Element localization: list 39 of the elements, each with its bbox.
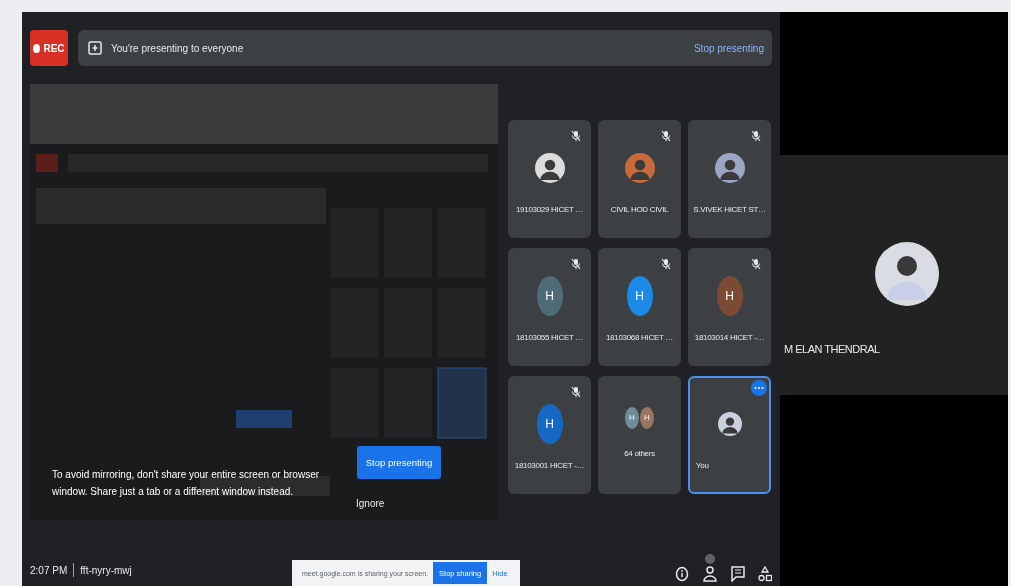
- stop-presenting-button[interactable]: Stop presenting: [357, 446, 441, 479]
- participant-tile[interactable]: H 18103001 HICET -…: [508, 376, 591, 494]
- stop-presenting-link[interactable]: Stop presenting: [693, 42, 764, 54]
- participant-tile[interactable]: 19103029 HICET …: [508, 120, 591, 238]
- letter-avatar: H: [625, 406, 639, 429]
- participant-tile[interactable]: S.VIVEK HICET ST…: [688, 120, 771, 238]
- letter-avatar: H: [640, 406, 654, 429]
- participant-tile[interactable]: H 18103068 HICET …: [598, 248, 681, 366]
- meeting-time: 2:07 PM: [30, 564, 68, 576]
- letter-avatar: H: [536, 403, 563, 444]
- letter-avatar: H: [716, 275, 743, 316]
- participant-tile[interactable]: You: [688, 376, 771, 494]
- participant-name: 19103029 HICET …: [514, 205, 585, 216]
- activities-icon[interactable]: [758, 566, 772, 582]
- participant-name: 18103055 HICET …: [514, 333, 585, 344]
- participant-name: You: [695, 461, 710, 472]
- participant-name: 18103014 HICET -…: [693, 333, 766, 344]
- participant-name: 18103068 HICET …: [604, 333, 675, 344]
- participant-tile[interactable]: CIVIL HOD CIVIL: [598, 120, 681, 238]
- participant-name: 64 others: [623, 449, 656, 460]
- participant-name: CIVIL HOD CIVIL: [609, 205, 670, 216]
- participant-name: 18103001 HICET -…: [513, 461, 586, 472]
- speaker-name: M ELAN THENDRAL: [784, 343, 881, 355]
- chat-icon[interactable]: [731, 566, 745, 582]
- recording-badge: REC: [30, 30, 68, 66]
- info-icon[interactable]: [675, 566, 689, 582]
- participant-tile[interactable]: H 18103014 HICET -…: [688, 248, 771, 366]
- people-icon[interactable]: [702, 554, 718, 582]
- letter-avatar: H: [626, 275, 653, 316]
- participant-tile[interactable]: H H 64 others: [598, 376, 681, 494]
- meeting-code: fft-nyry-mwj: [80, 564, 132, 576]
- present-screen-icon: [88, 41, 102, 55]
- mirroring-warning: To avoid mirroring, don't share your entire screen or browser window. Share just a tab or a different window instead.: [52, 468, 321, 499]
- ignore-button[interactable]: Ignore: [356, 498, 385, 509]
- banner-text: You're presenting to everyone: [111, 42, 245, 54]
- participant-name: S.VIVEK HICET ST…: [692, 205, 767, 216]
- letter-avatar: H: [536, 275, 563, 316]
- more-options-icon[interactable]: [751, 380, 767, 396]
- participant-tile[interactable]: H 18103055 HICET …: [508, 248, 591, 366]
